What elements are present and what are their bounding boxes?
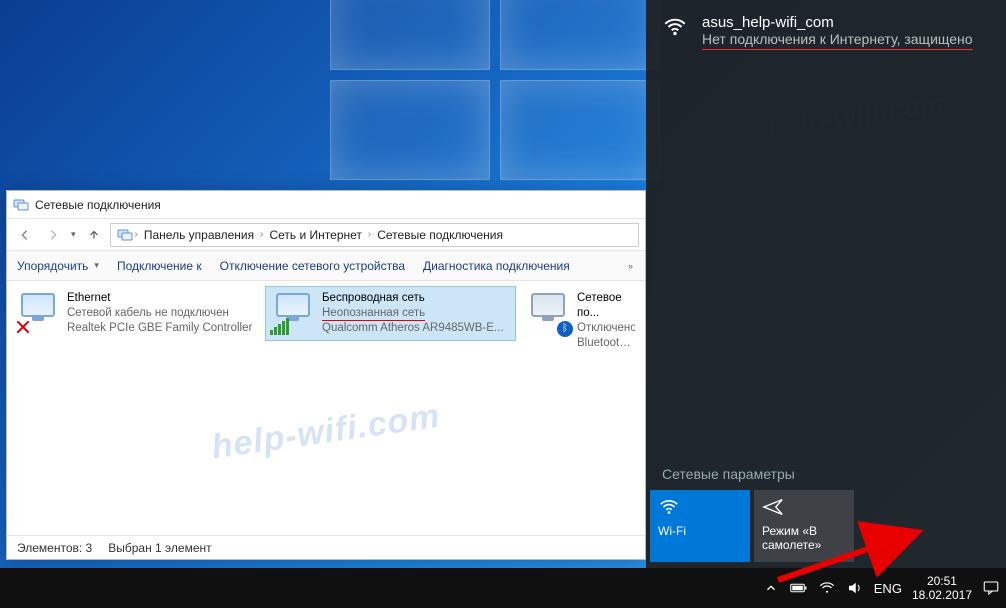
connection-name: Беспроводная сеть: [322, 291, 504, 306]
ethernet-adapter-icon: [17, 291, 59, 333]
chevron-right-icon: ›: [260, 229, 263, 240]
system-tray: ENG 20:51 18.02.2017: [762, 574, 1000, 602]
connection-status: Отключено: [577, 321, 635, 336]
clock[interactable]: 20:51 18.02.2017: [912, 574, 972, 602]
quick-action-tiles: Wi-Fi Режим «В самолете»: [646, 490, 1006, 568]
nav-back-button[interactable]: [13, 223, 37, 247]
address-bar-row: ▾ › Панель управления › Сеть и Интернет …: [7, 219, 645, 251]
more-options-chevron-icon[interactable]: »: [626, 261, 635, 271]
network-flyout: asus_help-wifi_com Нет подключения к Инт…: [646, 0, 1006, 568]
airplane-mode-tile[interactable]: Режим «В самолете»: [754, 490, 854, 562]
volume-icon[interactable]: [846, 579, 864, 597]
bluetooth-adapter-icon: ᛒ: [527, 291, 569, 333]
item-count: Элементов: 3: [17, 541, 92, 555]
window-title: Сетевые подключения: [35, 198, 161, 212]
status-bar: Элементов: 3 Выбран 1 элемент: [7, 535, 645, 559]
connection-item-ethernet[interactable]: Ethernet Сетевой кабель не подключен Rea…: [11, 287, 260, 340]
tile-label: Wi-Fi: [658, 524, 742, 538]
wifi-network-item[interactable]: asus_help-wifi_com Нет подключения к Инт…: [646, 0, 1006, 60]
breadcrumb-segment[interactable]: Сетевые подключения: [373, 228, 507, 242]
network-settings-link[interactable]: Сетевые параметры: [646, 456, 1006, 490]
watermark: help-wifi.com: [209, 397, 442, 468]
connection-device: Realtek PCIe GBE Family Controller: [67, 321, 252, 336]
airplane-icon: [762, 496, 846, 524]
chevron-right-icon: ›: [368, 229, 371, 240]
connection-item-bluetooth[interactable]: ᛒ Сетевое по... Отключено Bluetooth D...: [521, 287, 641, 355]
network-connections-window: Сетевые подключения ▾ › Панель управлени…: [6, 190, 646, 560]
connection-name: Ethernet: [67, 291, 252, 306]
taskbar: ENG 20:51 18.02.2017: [0, 568, 1006, 608]
arrow-right-icon: [46, 228, 60, 242]
connections-list: Ethernet Сетевой кабель не подключен Rea…: [7, 281, 645, 533]
wifi-ssid: asus_help-wifi_com: [702, 14, 973, 31]
disable-device-button[interactable]: Отключение сетевого устройства: [220, 259, 405, 273]
arrow-left-icon: [18, 228, 32, 242]
connection-device: Bluetooth D...: [577, 336, 635, 351]
tile-label: Режим «В самолете»: [762, 524, 846, 552]
connection-status: Сетевой кабель не подключен: [67, 306, 252, 321]
wallpaper-windows-logo: [330, 0, 670, 190]
breadcrumb-segment[interactable]: Панель управления: [140, 228, 258, 242]
nav-forward-button[interactable]: [41, 223, 65, 247]
connect-to-button[interactable]: Подключение к: [117, 259, 202, 273]
clock-time: 20:51: [912, 574, 972, 588]
command-bar: Упорядочить Подключение к Отключение сет…: [7, 251, 645, 281]
connection-name: Сетевое по...: [577, 291, 635, 321]
wifi-icon: [662, 14, 688, 50]
wifi-tray-icon[interactable]: [818, 579, 836, 597]
wifi-status: Нет подключения к Интернету, защищено: [702, 31, 973, 50]
clock-date: 18.02.2017: [912, 588, 972, 602]
connection-status: Неопознанная сеть: [322, 306, 504, 321]
connection-device: Qualcomm Atheros AR9485WB-E...: [322, 321, 504, 336]
language-indicator[interactable]: ENG: [874, 581, 902, 596]
arrow-up-icon: [87, 228, 101, 242]
titlebar[interactable]: Сетевые подключения: [7, 191, 645, 219]
nav-up-button[interactable]: [82, 223, 106, 247]
chevron-right-icon: ›: [135, 229, 138, 240]
network-connections-icon: [13, 197, 29, 213]
breadcrumb[interactable]: › Панель управления › Сеть и Интернет › …: [110, 223, 639, 247]
connection-item-wireless[interactable]: Беспроводная сеть Неопознанная сеть Qual…: [266, 287, 515, 340]
recent-locations-dropdown[interactable]: ▾: [69, 229, 78, 240]
action-center-icon[interactable]: [982, 579, 1000, 597]
network-connections-icon: [117, 227, 133, 243]
selection-count: Выбран 1 элемент: [108, 541, 211, 555]
wifi-toggle-tile[interactable]: Wi-Fi: [650, 490, 750, 562]
wifi-adapter-icon: [272, 291, 314, 333]
battery-icon[interactable]: [790, 579, 808, 597]
tray-overflow-chevron-icon[interactable]: [762, 579, 780, 597]
wifi-icon: [658, 496, 742, 524]
breadcrumb-segment[interactable]: Сеть и Интернет: [265, 228, 365, 242]
organize-menu[interactable]: Упорядочить: [17, 259, 99, 273]
diagnose-button[interactable]: Диагностика подключения: [423, 259, 570, 273]
